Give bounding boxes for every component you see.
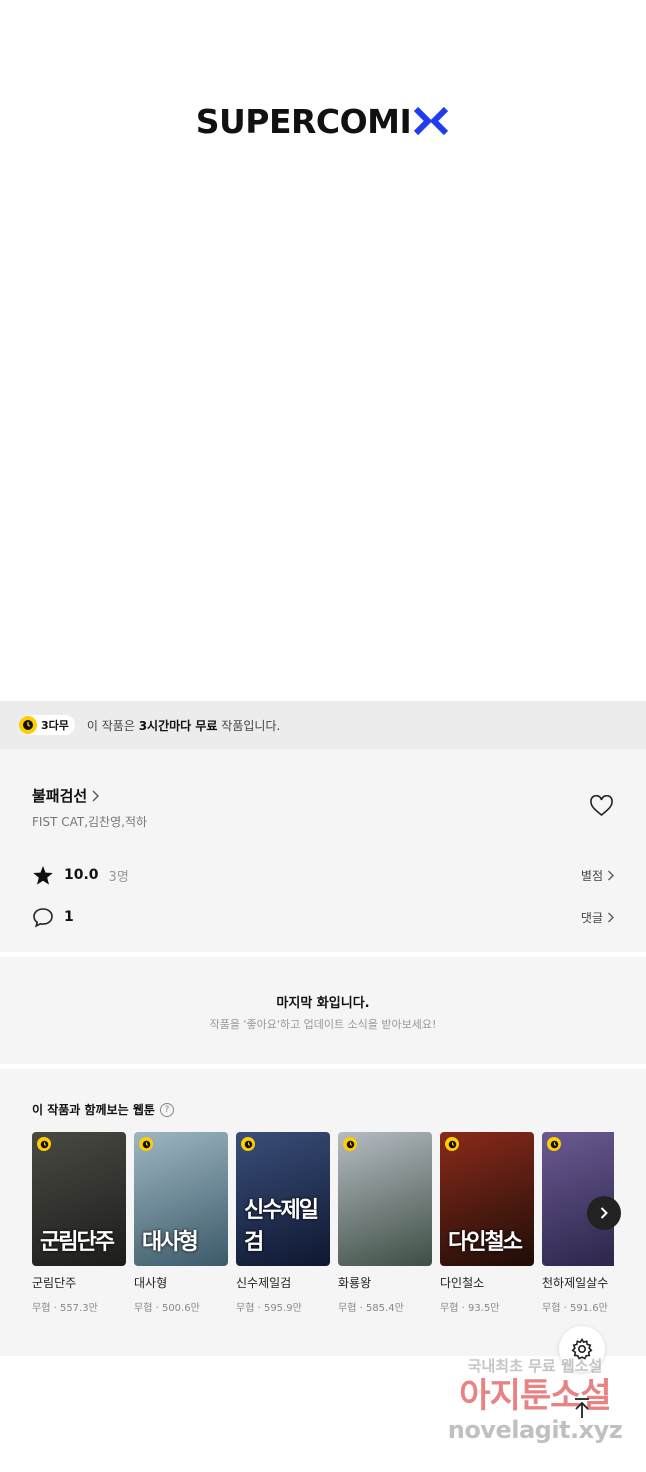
card-meta: 무협 · 557.3만: [32, 1299, 126, 1314]
chevron-right-icon: [600, 1207, 608, 1219]
logo-text: SUPERCOMI: [195, 101, 412, 141]
clock-icon: [37, 1137, 51, 1151]
card-genre: 무협: [134, 1303, 153, 1314]
card-views: 595.9만: [263, 1303, 302, 1314]
separator-dot: ·: [458, 1303, 468, 1314]
cover-thumbnail: [338, 1132, 432, 1266]
logo[interactable]: SUPERCOMI: [0, 100, 646, 142]
help-icon[interactable]: ?: [159, 1102, 174, 1117]
banner-message: 이 작품은 3시간마다 무료 작품입니다.: [86, 718, 281, 733]
separator-dot: ·: [560, 1303, 570, 1314]
card-views: 585.4만: [365, 1303, 404, 1314]
chevron-right-icon: [608, 912, 614, 922]
cover-art-title: 군림단주: [40, 1230, 115, 1255]
cover-thumbnail: 다인철소: [440, 1132, 534, 1266]
card-views: 500.6만: [161, 1303, 200, 1314]
work-info: 불패검선 FIST CAT,김찬영,적하 10.0 3명 별점 1 댓글: [0, 749, 646, 952]
separator-dot: ·: [152, 1303, 162, 1314]
watermark-line1: 국내최초 무료 웹소설: [467, 1357, 603, 1375]
comment-count: 1: [64, 909, 74, 925]
comment-link-label: 댓글: [580, 910, 603, 925]
card-meta: 무협 · 591.6만: [542, 1299, 614, 1314]
comment-row: 1 댓글: [32, 905, 614, 929]
logo-x-mark: [414, 106, 449, 136]
separator-dot: ·: [254, 1303, 264, 1314]
card-title: 다인철소: [440, 1276, 485, 1290]
card-genre: 무협: [440, 1303, 459, 1314]
recommendation-card[interactable]: 대사형 대사형 무협 · 500.6만: [134, 1132, 228, 1314]
free-banner: 3다무 이 작품은 3시간마다 무료 작품입니다.: [0, 701, 646, 749]
card-meta: 무협 · 93.5만: [440, 1299, 534, 1314]
arrow-up-icon: [575, 1398, 589, 1418]
rating-count: 3명: [108, 869, 129, 885]
cover-art-title: 대사형: [142, 1230, 199, 1255]
rating-row: 10.0 3명 별점: [32, 863, 614, 887]
rating-link[interactable]: 별점: [581, 867, 614, 884]
recommendation-card[interactable]: 신수제일검 신수제일검 무협 · 595.9만: [236, 1132, 330, 1314]
clock-icon: [343, 1137, 357, 1151]
card-views: 557.3만: [59, 1303, 98, 1314]
card-genre: 무협: [32, 1303, 51, 1314]
card-views: 93.5만: [467, 1303, 500, 1314]
recommendation-heading: 이 작품과 함께보는 웹툰 ?: [32, 1101, 174, 1118]
separator-dot: ·: [356, 1303, 366, 1314]
cover-thumbnail: 대사형: [134, 1132, 228, 1266]
rating-score: 10.0: [64, 867, 99, 883]
clock-icon: [139, 1137, 153, 1151]
rating-link-label: 별점: [580, 868, 603, 883]
chevron-right-icon: [92, 790, 100, 801]
recommendation-section: 이 작품과 함께보는 웹툰 ? 군림단주 군림단주 무협 · 557.3만 대사형 대사…: [0, 1069, 646, 1356]
work-title: 불패검선: [32, 787, 88, 805]
cover-thumbnail: 군림단주: [32, 1132, 126, 1266]
clock-icon: [445, 1137, 459, 1151]
card-title: 천하제일살수: [542, 1276, 609, 1290]
cover-art-title: 신수제일검: [244, 1198, 319, 1255]
card-title: 대사형: [134, 1276, 168, 1290]
card-genre: 무협: [236, 1303, 255, 1314]
card-meta: 무협 · 595.9만: [236, 1299, 330, 1314]
clock-icon: [241, 1137, 255, 1151]
card-genre: 무협: [338, 1303, 357, 1314]
chevron-right-icon: [608, 870, 614, 880]
card-genre: 무협: [542, 1303, 561, 1314]
carousel-next-button[interactable]: [587, 1196, 621, 1230]
comment-bubble-icon: [33, 907, 53, 928]
work-authors: FIST CAT,김찬영,적하: [32, 815, 148, 829]
like-heart-icon[interactable]: [589, 795, 614, 817]
card-title: 군림단주: [32, 1276, 77, 1290]
card-meta: 무협 · 585.4만: [338, 1299, 432, 1314]
last-episode-subtitle: 작품을 '좋아요'하고 업데이트 소식을 받아보세요!: [209, 1018, 437, 1031]
recommendation-card[interactable]: 다인철소 다인철소 무협 · 93.5만: [440, 1132, 534, 1314]
work-title-link[interactable]: 불패검선: [32, 785, 100, 806]
clock-icon: [547, 1137, 561, 1151]
recommendation-title: 이 작품과 함께보는 웹툰: [32, 1103, 155, 1117]
card-title: 화룡왕: [338, 1276, 372, 1290]
cover-art-title: 다인철소: [448, 1230, 523, 1255]
last-episode-notice: 마지막 화입니다. 작품을 '좋아요'하고 업데이트 소식을 받아보세요!: [0, 957, 646, 1064]
recommendation-card[interactable]: 화룡왕무협 · 585.4만: [338, 1132, 432, 1314]
star-icon: [33, 865, 53, 885]
badge-label: 3다무: [41, 719, 69, 732]
recommendation-card[interactable]: 군림단주 군림단주 무협 · 557.3만: [32, 1132, 126, 1314]
wait-free-badge: 3다무: [19, 715, 75, 735]
card-title: 신수제일검: [236, 1276, 292, 1290]
clock-icon: [19, 716, 37, 734]
card-meta: 무협 · 500.6만: [134, 1299, 228, 1314]
separator-dot: ·: [50, 1303, 60, 1314]
scroll-top-button[interactable]: [560, 1386, 604, 1430]
last-episode-title: 마지막 화입니다.: [276, 996, 370, 1011]
recommendation-carousel: 군림단주 군림단주 무협 · 557.3만 대사형 대사형 무협 · 500.6만 신수제일…: [32, 1132, 614, 1322]
comment-link[interactable]: 댓글: [581, 909, 614, 926]
cover-thumbnail: 신수제일검: [236, 1132, 330, 1266]
card-views: 591.6만: [569, 1303, 608, 1314]
